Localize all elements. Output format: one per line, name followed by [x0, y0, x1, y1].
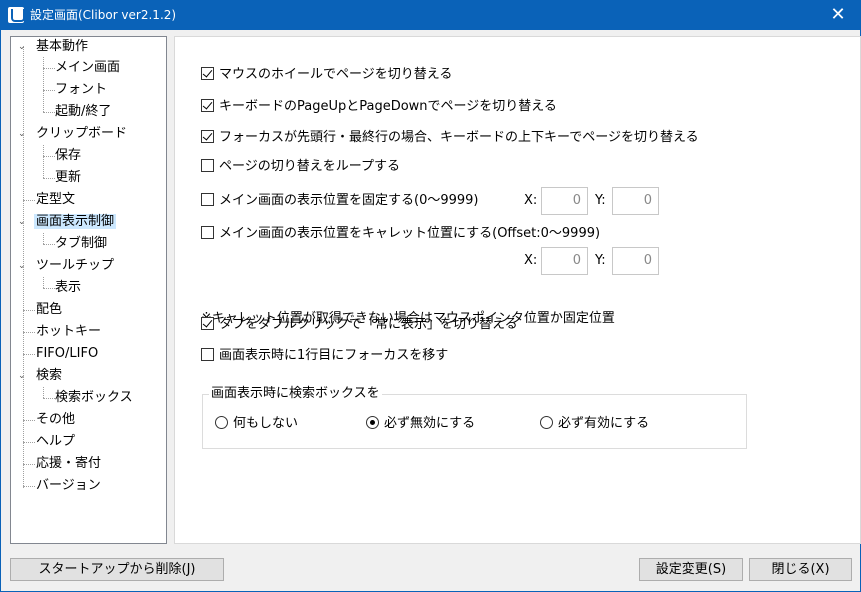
remove-from-startup-button[interactable]: スタートアップから削除(J) [10, 558, 224, 581]
tree-item-help[interactable]: ヘルプ [36, 432, 75, 452]
radio-unselected[interactable] [540, 416, 553, 429]
search-always-disable-radio[interactable]: 必ず無効にする [366, 415, 475, 433]
double-click-always-on-top-checkbox[interactable]: タブをダブルクリックで「常に表示」を切り替える [201, 316, 518, 334]
tree-item-tab-control[interactable]: タブ制御 [55, 234, 107, 254]
checkbox-checked[interactable] [201, 99, 214, 112]
search-do-nothing-radio[interactable]: 何もしない [215, 415, 298, 433]
chevron-down-icon[interactable]: ⌄ [18, 371, 28, 381]
tree-guide-line [43, 244, 55, 245]
fixed-position-checkbox[interactable]: メイン画面の表示位置を固定する(0～9999) [201, 192, 479, 210]
tree-guide-line [23, 486, 35, 487]
chevron-down-icon[interactable]: ⌄ [18, 217, 28, 227]
tree-guide-line [43, 90, 55, 91]
tree-guide-line [43, 387, 44, 398]
fixed-y-label: Y: [595, 193, 606, 208]
display-control-panel: マウスのホイールでページを切り替える キーボードのPageUpとPageDown… [174, 36, 861, 544]
tree-item-update[interactable]: 更新 [55, 168, 81, 188]
fixed-x-label: X: [524, 193, 538, 208]
tree-guide-line [43, 68, 55, 69]
caret-y-label: Y: [595, 253, 606, 268]
title-bar: 設定画面(Clibor ver2.1.2) ✕ [0, 0, 861, 30]
tree-guide-line [43, 57, 44, 112]
fixed-x-input[interactable]: 0 [541, 187, 588, 215]
tree-item-hotkeys[interactable]: ホットキー [36, 322, 101, 342]
checkbox-checked[interactable] [201, 317, 214, 330]
tree-item-tooltip[interactable]: ⌄ ツールチップ [18, 256, 114, 276]
tree-item-font[interactable]: フォント [55, 80, 107, 100]
caret-x-input[interactable]: 0 [541, 247, 588, 275]
checkbox-unchecked[interactable] [201, 348, 214, 361]
tree-item-search[interactable]: ⌄ 検索 [18, 366, 62, 386]
settings-client-area: ⌄ 基本動作 メイン画面 フォント 起動/終了 ⌄ クリップボード 保存 更新 … [0, 30, 861, 592]
tree-item-colors[interactable]: 配色 [36, 300, 62, 320]
tree-guide-line [43, 112, 55, 113]
chevron-down-icon[interactable]: ⌄ [18, 261, 28, 271]
checkbox-checked[interactable] [201, 67, 214, 80]
caret-x-label: X: [524, 253, 538, 268]
tree-item-support-donate[interactable]: 応援・寄付 [36, 454, 101, 474]
settings-tree[interactable]: ⌄ 基本動作 メイン画面 フォント 起動/終了 ⌄ クリップボード 保存 更新 … [10, 36, 167, 544]
chevron-down-icon[interactable]: ⌄ [18, 42, 28, 52]
chevron-down-icon[interactable]: ⌄ [18, 129, 28, 139]
caret-position-checkbox[interactable]: メイン画面の表示位置をキャレット位置にする(Offset:0～9999) [201, 225, 600, 243]
tree-item-fifo-lifo[interactable]: FIFO/LIFO [36, 344, 98, 364]
caret-y-input[interactable]: 0 [612, 247, 659, 275]
checkbox-unchecked[interactable] [201, 193, 214, 206]
search-box-group: 画面表示時に検索ボックスを 何もしない 必ず無効にする 必ず有効にする [202, 386, 747, 449]
tree-item-other[interactable]: その他 [36, 410, 75, 430]
tree-guide-line [23, 354, 35, 355]
pageup-pagedown-switch-checkbox[interactable]: キーボードのPageUpとPageDownでページを切り替える [201, 98, 557, 116]
tree-guide-line [43, 288, 55, 289]
checkbox-unchecked[interactable] [201, 226, 214, 239]
tree-item-clipboard[interactable]: ⌄ クリップボード [18, 124, 127, 144]
tree-guide-line [23, 332, 35, 333]
tree-item-tooltip-display[interactable]: 表示 [55, 278, 81, 298]
tree-item-display-control[interactable]: ⌄ 画面表示制御 [18, 212, 117, 232]
search-box-group-legend: 画面表示時に検索ボックスを [209, 386, 382, 402]
radio-selected[interactable] [366, 416, 379, 429]
tree-guide-line [23, 310, 35, 311]
checkbox-checked[interactable] [201, 130, 214, 143]
tree-guide-line [23, 442, 35, 443]
tree-guide-line [23, 464, 35, 465]
tree-guide-line [23, 420, 35, 421]
close-window-button[interactable]: ✕ [815, 0, 861, 30]
arrow-keys-page-switch-checkbox[interactable]: フォーカスが先頭行・最終行の場合、キーボードの上下キーでページを切り替える [201, 129, 699, 147]
tree-guide-line [43, 233, 44, 244]
tree-item-startup-exit[interactable]: 起動/終了 [55, 102, 111, 122]
tree-item-templates[interactable]: 定型文 [36, 190, 75, 210]
tree-guide-line [43, 156, 55, 157]
tree-guide-line [43, 277, 44, 288]
apply-settings-button[interactable]: 設定変更(S) [639, 558, 743, 581]
tree-guide-line [43, 145, 44, 178]
tree-item-save[interactable]: 保存 [55, 146, 81, 166]
radio-unselected[interactable] [215, 416, 228, 429]
tree-item-search-box[interactable]: 検索ボックス [55, 388, 133, 408]
tree-guide-line [43, 178, 55, 179]
tree-guide-line [43, 398, 55, 399]
tree-item-main-window[interactable]: メイン画面 [55, 58, 120, 78]
focus-first-row-checkbox[interactable]: 画面表示時に1行目にフォーカスを移す [201, 347, 448, 365]
search-always-enable-radio[interactable]: 必ず有効にする [540, 415, 649, 433]
clibor-app-icon [8, 7, 25, 23]
loop-page-switch-checkbox[interactable]: ページの切り替えをループする [201, 158, 400, 176]
tree-guide-line [23, 200, 35, 201]
checkbox-unchecked[interactable] [201, 159, 214, 172]
wheel-page-switch-checkbox[interactable]: マウスのホイールでページを切り替える [201, 66, 452, 84]
fixed-y-input[interactable]: 0 [612, 187, 659, 215]
window-title: 設定画面(Clibor ver2.1.2) [30, 8, 177, 22]
tree-item-basic[interactable]: ⌄ 基本動作 [18, 37, 88, 57]
tree-item-version[interactable]: バージョン [36, 476, 101, 496]
close-button[interactable]: 閉じる(X) [749, 558, 852, 581]
